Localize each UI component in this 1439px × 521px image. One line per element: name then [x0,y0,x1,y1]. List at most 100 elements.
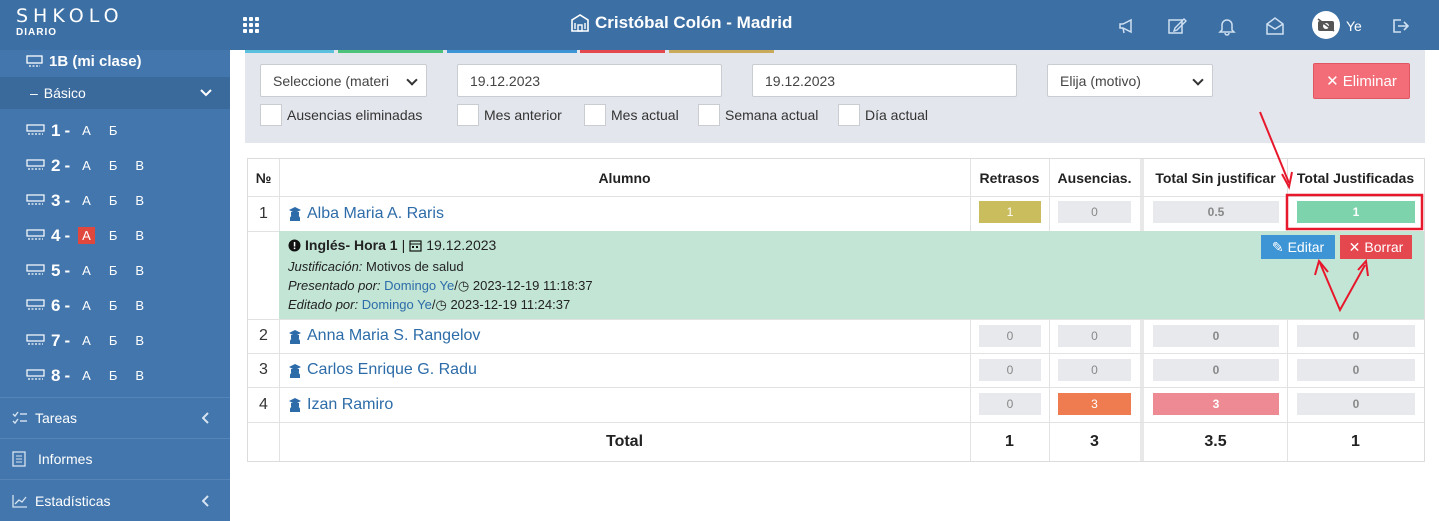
sidebar-item-estadisticas[interactable]: Estadísticas [0,479,230,521]
classroom-icon [26,54,43,67]
sidebar-item-tareas[interactable]: Tareas [0,397,230,438]
unjustified-count[interactable]: 0.5 [1153,201,1279,223]
student-name: Izan Ramiro [307,395,394,413]
delete-button[interactable]: ✕ Eliminar [1313,63,1410,99]
section-link[interactable]: Б [105,262,122,279]
envelope-open-icon[interactable] [1265,16,1285,36]
section-link[interactable]: А [78,297,95,314]
header-absences[interactable]: Ausencias. [1049,159,1140,196]
checkbox-current-day[interactable]: Día actual [838,104,928,126]
section-link[interactable]: А [78,367,95,384]
checkbox-current-week[interactable]: Semana actual [698,104,818,126]
justified-count[interactable]: 0 [1297,325,1415,347]
student-link[interactable]: Anna Maria S. Rangelov [288,319,480,353]
checkbox-deleted-absences[interactable]: Ausencias eliminadas [260,104,422,126]
section-link[interactable]: В [131,157,148,174]
date-from-input[interactable]: 19.12.2023 [457,64,722,97]
checkbox-previous-month[interactable]: Mes anterior [457,104,562,126]
section-link[interactable]: Б [105,367,122,384]
section-link[interactable]: Б [105,297,122,314]
absence-count[interactable]: 3 [1058,393,1131,415]
edited-by-link[interactable]: Domingo Ye [362,297,432,312]
header-justified[interactable]: Total Justificadas [1287,159,1424,196]
avatar[interactable] [1312,11,1340,39]
section-link[interactable]: Б [105,332,122,349]
sidebar: 1B (mi clase) – Básico 1-АБ2-АБВ3-АБВ4-А… [0,50,230,521]
edit-icon[interactable] [1167,16,1187,36]
section-link[interactable]: В [131,192,148,209]
chevron-down-icon [200,89,212,97]
section-link[interactable]: Б [105,157,122,174]
absence-count[interactable]: 0 [1058,325,1131,347]
header-student[interactable]: Alumno [279,159,970,196]
sidebar-grade-6[interactable]: 6-АБВ [0,288,230,323]
row-num: 4 [259,395,268,413]
student-name: Alba Maria A. Raris [307,204,444,222]
late-count[interactable]: 0 [979,359,1041,381]
section-link[interactable]: А [78,157,95,174]
section-link[interactable]: В [131,262,148,279]
school-title: Cristóbal Colón - Madrid [570,13,792,33]
sidebar-item-basico[interactable]: – Básico [0,77,230,109]
header-unjustified[interactable]: Total Sin justificar [1144,159,1287,196]
sidebar-grade-1[interactable]: 1-АБ [0,113,230,148]
section-link[interactable]: А [78,192,95,209]
logout-icon[interactable] [1390,16,1410,36]
late-count[interactable]: 0 [979,325,1041,347]
presented-at: 2023-12-19 11:18:37 [472,278,593,293]
sidebar-grade-5[interactable]: 5-АБВ [0,253,230,288]
section-link[interactable]: А [78,227,95,244]
section-link[interactable]: А [78,262,95,279]
student-name: Carlos Enrique G. Radu [307,361,477,378]
section-link[interactable]: А [78,332,95,349]
justified-count[interactable]: 0 [1297,359,1415,381]
megaphone-icon[interactable] [1117,16,1137,36]
late-count[interactable]: 0 [979,393,1041,415]
section-link[interactable]: А [78,122,95,139]
sidebar-grade-7[interactable]: 7-АБВ [0,323,230,358]
delete-absence-button[interactable]: ✕ Borrar [1340,235,1412,259]
section-link[interactable]: В [131,332,148,349]
info-icon [288,239,301,251]
grade-dash: - [64,365,71,385]
header-late[interactable]: Retrasos [970,159,1049,196]
subject-select[interactable]: Seleccione (materi [260,64,427,97]
sidebar-grade-8[interactable]: 8-АБВ [0,358,230,393]
clock-icon: ◷ [457,278,470,293]
section-link[interactable]: Б [105,227,122,244]
sidebar-grade-3[interactable]: 3-АБВ [0,183,230,218]
absence-count[interactable]: 0 [1058,359,1131,381]
presented-by-link[interactable]: Domingo Ye [384,278,454,293]
bell-icon[interactable] [1217,16,1237,36]
reason-select[interactable]: Elija (motivo) [1047,64,1213,97]
unjustified-count[interactable]: 3 [1153,393,1279,415]
apps-grid-icon[interactable] [243,17,259,33]
school-name: Cristóbal Colón - Madrid [595,13,793,32]
section-link[interactable]: Б [105,122,122,139]
sidebar-grade-2[interactable]: 2-АБВ [0,148,230,183]
edit-button[interactable]: ✎ Editar [1261,235,1335,259]
tab-strip [245,50,334,53]
absence-count[interactable]: 0 [1058,201,1131,223]
section-link[interactable]: В [131,227,148,244]
user-name[interactable]: Ye [1346,18,1362,34]
sidebar-grade-4[interactable]: 4-АБВ [0,218,230,253]
date-to-input[interactable]: 19.12.2023 [752,64,1017,97]
justified-count[interactable]: 0 [1297,393,1415,415]
checkbox-current-month[interactable]: Mes actual [584,104,679,126]
app-logo[interactable]: SHKOLO DIARIO [16,6,124,38]
sidebar-item-informes[interactable]: Informes [0,438,230,479]
absences-table: № Alumno Retrasos Ausencias. Total Sin j… [247,158,1425,462]
section-link[interactable]: В [131,297,148,314]
late-count[interactable]: 1 [979,201,1041,223]
section-link[interactable]: В [131,367,148,384]
student-link[interactable]: Alba Maria A. Raris [288,196,444,231]
checkbox-label: Ausencias eliminadas [287,107,423,123]
justified-count[interactable]: 1 [1297,201,1415,223]
sidebar-item-my-class[interactable]: 1B (mi clase) [0,50,230,72]
unjustified-count[interactable]: 0 [1153,359,1279,381]
unjustified-count[interactable]: 0 [1153,325,1279,347]
student-link[interactable]: Carlos Enrique G. Radu [288,353,477,387]
student-link[interactable]: Izan Ramiro [288,387,393,422]
section-link[interactable]: Б [105,192,122,209]
